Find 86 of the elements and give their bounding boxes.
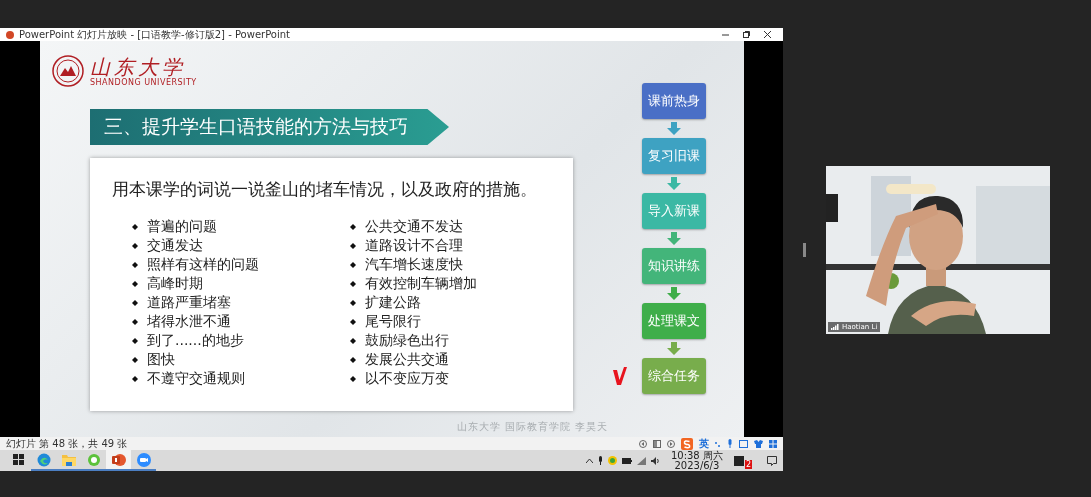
clock-time[interactable]: 10:38 周六 <box>670 450 723 461</box>
bullet-icon <box>350 375 356 382</box>
list-item: 尾号限行 <box>365 312 421 331</box>
list-item: 到了......的地步 <box>147 331 244 350</box>
close-icon[interactable] <box>764 31 771 38</box>
punctuation-icon[interactable] <box>715 439 721 448</box>
bullet-icon <box>350 280 356 287</box>
video-call-icon[interactable] <box>136 452 151 467</box>
browser-icon[interactable] <box>36 452 51 467</box>
grid-icon[interactable] <box>769 439 777 448</box>
keyboard-icon[interactable] <box>739 439 748 448</box>
list-item: 公共交通不发达 <box>365 217 463 236</box>
resize-handle[interactable] <box>803 243 806 257</box>
bullet-icon <box>132 299 138 306</box>
bullet-icon <box>132 223 138 230</box>
down-arrow-icon <box>667 119 682 138</box>
signal-icon <box>831 324 839 330</box>
university-english-name: SHANDONG UNIVERSITY <box>90 77 197 87</box>
chat-app-icon[interactable] <box>86 452 101 467</box>
list-item: 高峰时期 <box>147 274 203 293</box>
bullet-icon <box>132 337 138 344</box>
speaker-icon[interactable] <box>650 456 660 465</box>
list-item: 道路设计不合理 <box>365 236 463 255</box>
windows-icon[interactable] <box>13 454 24 465</box>
notification-count: 2 <box>744 460 752 469</box>
notification-center-icon[interactable] <box>733 455 744 466</box>
list-item: 照样有这样的问题 <box>147 255 259 274</box>
down-arrow-icon <box>667 284 682 303</box>
bullet-icon <box>350 337 356 344</box>
powerpoint-icon <box>6 30 14 39</box>
task-prompt: 用本课学的词说一说釜山的堵车情况，以及政府的措施。 <box>112 178 538 201</box>
university-logo-text: 山东大学 <box>90 55 186 78</box>
slide-heading: 三、提升学生口语技能的方法与技巧 <box>104 114 408 139</box>
flow-step: 综合任务 <box>642 358 707 394</box>
list-item: 道路严重堵塞 <box>147 293 231 312</box>
input-language[interactable]: 英 <box>699 438 709 449</box>
clock-date[interactable]: 2023/6/3 <box>674 460 720 471</box>
list-item: 堵得水泄不通 <box>147 312 231 331</box>
restore-icon[interactable] <box>743 31 750 38</box>
list-item: 有效控制车辆增加 <box>365 274 477 293</box>
previous-icon[interactable] <box>639 439 647 448</box>
flow-step: 课前热身 <box>642 83 707 119</box>
bullet-icon <box>350 299 356 306</box>
list-item: 普遍的问题 <box>147 217 217 236</box>
list-item: 图快 <box>147 350 175 369</box>
list-item: 扩建公路 <box>365 293 421 312</box>
sync-icon[interactable] <box>607 456 617 465</box>
list-item: 汽车增长速度快 <box>365 255 463 274</box>
flow-step: 复习旧课 <box>642 138 707 174</box>
action-center-icon[interactable] <box>767 455 777 466</box>
bullet-icon <box>132 375 138 382</box>
minimize-icon[interactable] <box>722 31 729 38</box>
list-item: 以不变应万变 <box>365 369 449 388</box>
wifi-icon[interactable] <box>636 456 646 465</box>
down-arrow-icon <box>667 339 682 358</box>
bullet-icon <box>350 261 356 268</box>
slide-counter: 幻灯片 第 48 张，共 49 张 <box>6 438 129 449</box>
university-emblem-icon <box>52 55 84 87</box>
flow-step: 导入新课 <box>642 193 707 229</box>
bullet-icon <box>132 318 138 325</box>
bullet-icon <box>132 261 138 268</box>
list-item: 交通发达 <box>147 236 203 255</box>
list-item: 发展公共交通 <box>365 350 449 369</box>
bullet-icon <box>350 242 356 249</box>
chevron-up-icon[interactable] <box>585 458 593 463</box>
next-icon[interactable] <box>667 439 675 448</box>
window-title: PowerPoint 幻灯片放映 - [口语教学-修订版2] - PowerPoint <box>19 28 291 41</box>
input-method-icon[interactable] <box>681 437 693 450</box>
bullet-icon <box>350 223 356 230</box>
battery-icon[interactable] <box>621 457 632 464</box>
down-arrow-icon <box>667 174 682 193</box>
down-arrow-icon <box>667 229 682 248</box>
list-item: 不遵守交通规则 <box>147 369 245 388</box>
bullet-icon <box>132 356 138 363</box>
flow-step: 知识讲练 <box>642 248 707 284</box>
shirt-icon[interactable] <box>754 439 763 448</box>
reading-view-icon[interactable] <box>653 439 661 448</box>
folder-icon[interactable] <box>61 453 76 466</box>
flow-step: 处理课文 <box>642 303 707 339</box>
bullet-icon <box>350 356 356 363</box>
bullet-icon <box>132 280 138 287</box>
microphone-icon[interactable] <box>597 456 603 465</box>
powerpoint-icon[interactable] <box>111 452 126 467</box>
bullet-icon <box>132 242 138 249</box>
bullet-icon <box>350 318 356 325</box>
list-item: 鼓励绿色出行 <box>365 331 449 350</box>
